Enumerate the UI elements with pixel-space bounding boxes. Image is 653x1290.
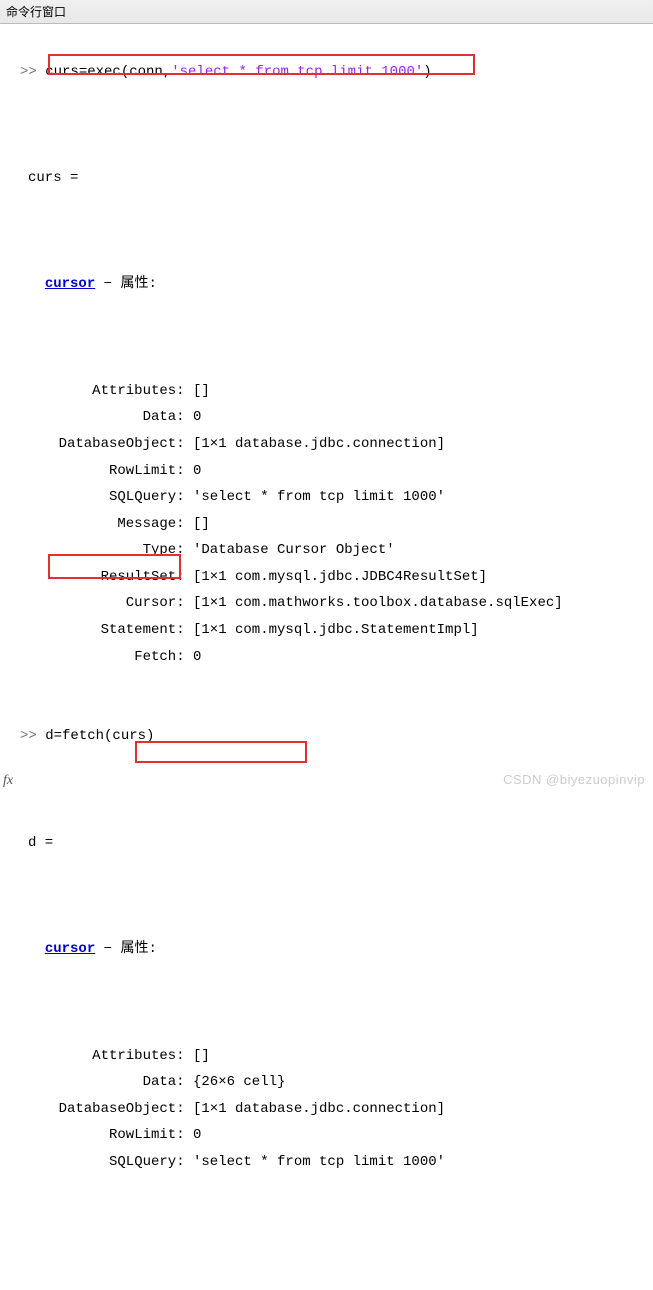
prop-cursor: Cursor: [1×1 com.mathworks.toolbox.datab… [0,595,563,611]
cmd2: d=fetch(curs) [45,728,154,744]
prompt-icon: >> [20,64,45,80]
blank-line [0,670,653,697]
prop-databaseobject-2: DatabaseObject: [1×1 database.jdbc.conne… [0,1101,445,1117]
prop-statement: Statement: [1×1 com.mysql.jdbc.Statement… [0,622,479,638]
prop-rowlimit-2: RowLimit: 0 [0,1127,201,1143]
watermark: CSDN @biyezuopinvip [503,772,645,787]
blank-line [0,218,653,245]
prop-fetch: Fetch: 0 [0,649,201,665]
blank-line [0,112,653,139]
props-label: − 属性: [95,941,157,957]
prop-data: Data: 0 [0,409,201,425]
result1-var: curs = [0,165,653,192]
prompt-icon: >> [20,728,45,744]
prop-message: Message: [] [0,516,210,532]
cmd1-string: 'select * from tcp limit 1000' [171,64,423,80]
prop-databaseobject: DatabaseObject: [1×1 database.jdbc.conne… [0,436,445,452]
prop-resultset: ResultSet: [1×1 com.mysql.jdbc.JDBC4Resu… [0,569,487,585]
prop-attributes: Attributes: [] [0,383,210,399]
command-window-content[interactable]: >> curs=exec(conn,'select * from tcp lim… [0,24,653,1290]
cmd1-post: ) [423,64,431,80]
cmd1-pre: curs=exec(conn, [45,64,171,80]
prop-sqlquery: SQLQuery: 'select * from tcp limit 1000' [0,489,445,505]
blank-line [0,883,653,910]
cursor-props-header: cursor − 属性: [0,271,653,298]
window-title: 命令行窗口 [0,0,653,24]
prop-rowlimit: RowLimit: 0 [0,463,201,479]
cursor-props-header-2: cursor − 属性: [0,936,653,963]
prop-sqlquery-2: SQLQuery: 'select * from tcp limit 1000' [0,1154,445,1170]
command-line-2: >> d=fetch(curs) [0,723,653,750]
result2-var: d = [0,830,653,857]
blank-line [0,325,653,352]
prop-attributes-2: Attributes: [] [0,1048,210,1064]
cursor-link[interactable]: cursor [45,276,95,292]
command-line-1: >> curs=exec(conn,'select * from tcp lim… [0,59,653,86]
prop-type: Type: 'Database Cursor Object' [0,542,395,558]
prop-data-2: Data: {26×6 cell} [0,1074,285,1090]
blank-line [0,989,653,1016]
fx-icon[interactable]: fx [3,773,13,789]
cursor-link[interactable]: cursor [45,941,95,957]
props-label: − 属性: [95,276,157,292]
